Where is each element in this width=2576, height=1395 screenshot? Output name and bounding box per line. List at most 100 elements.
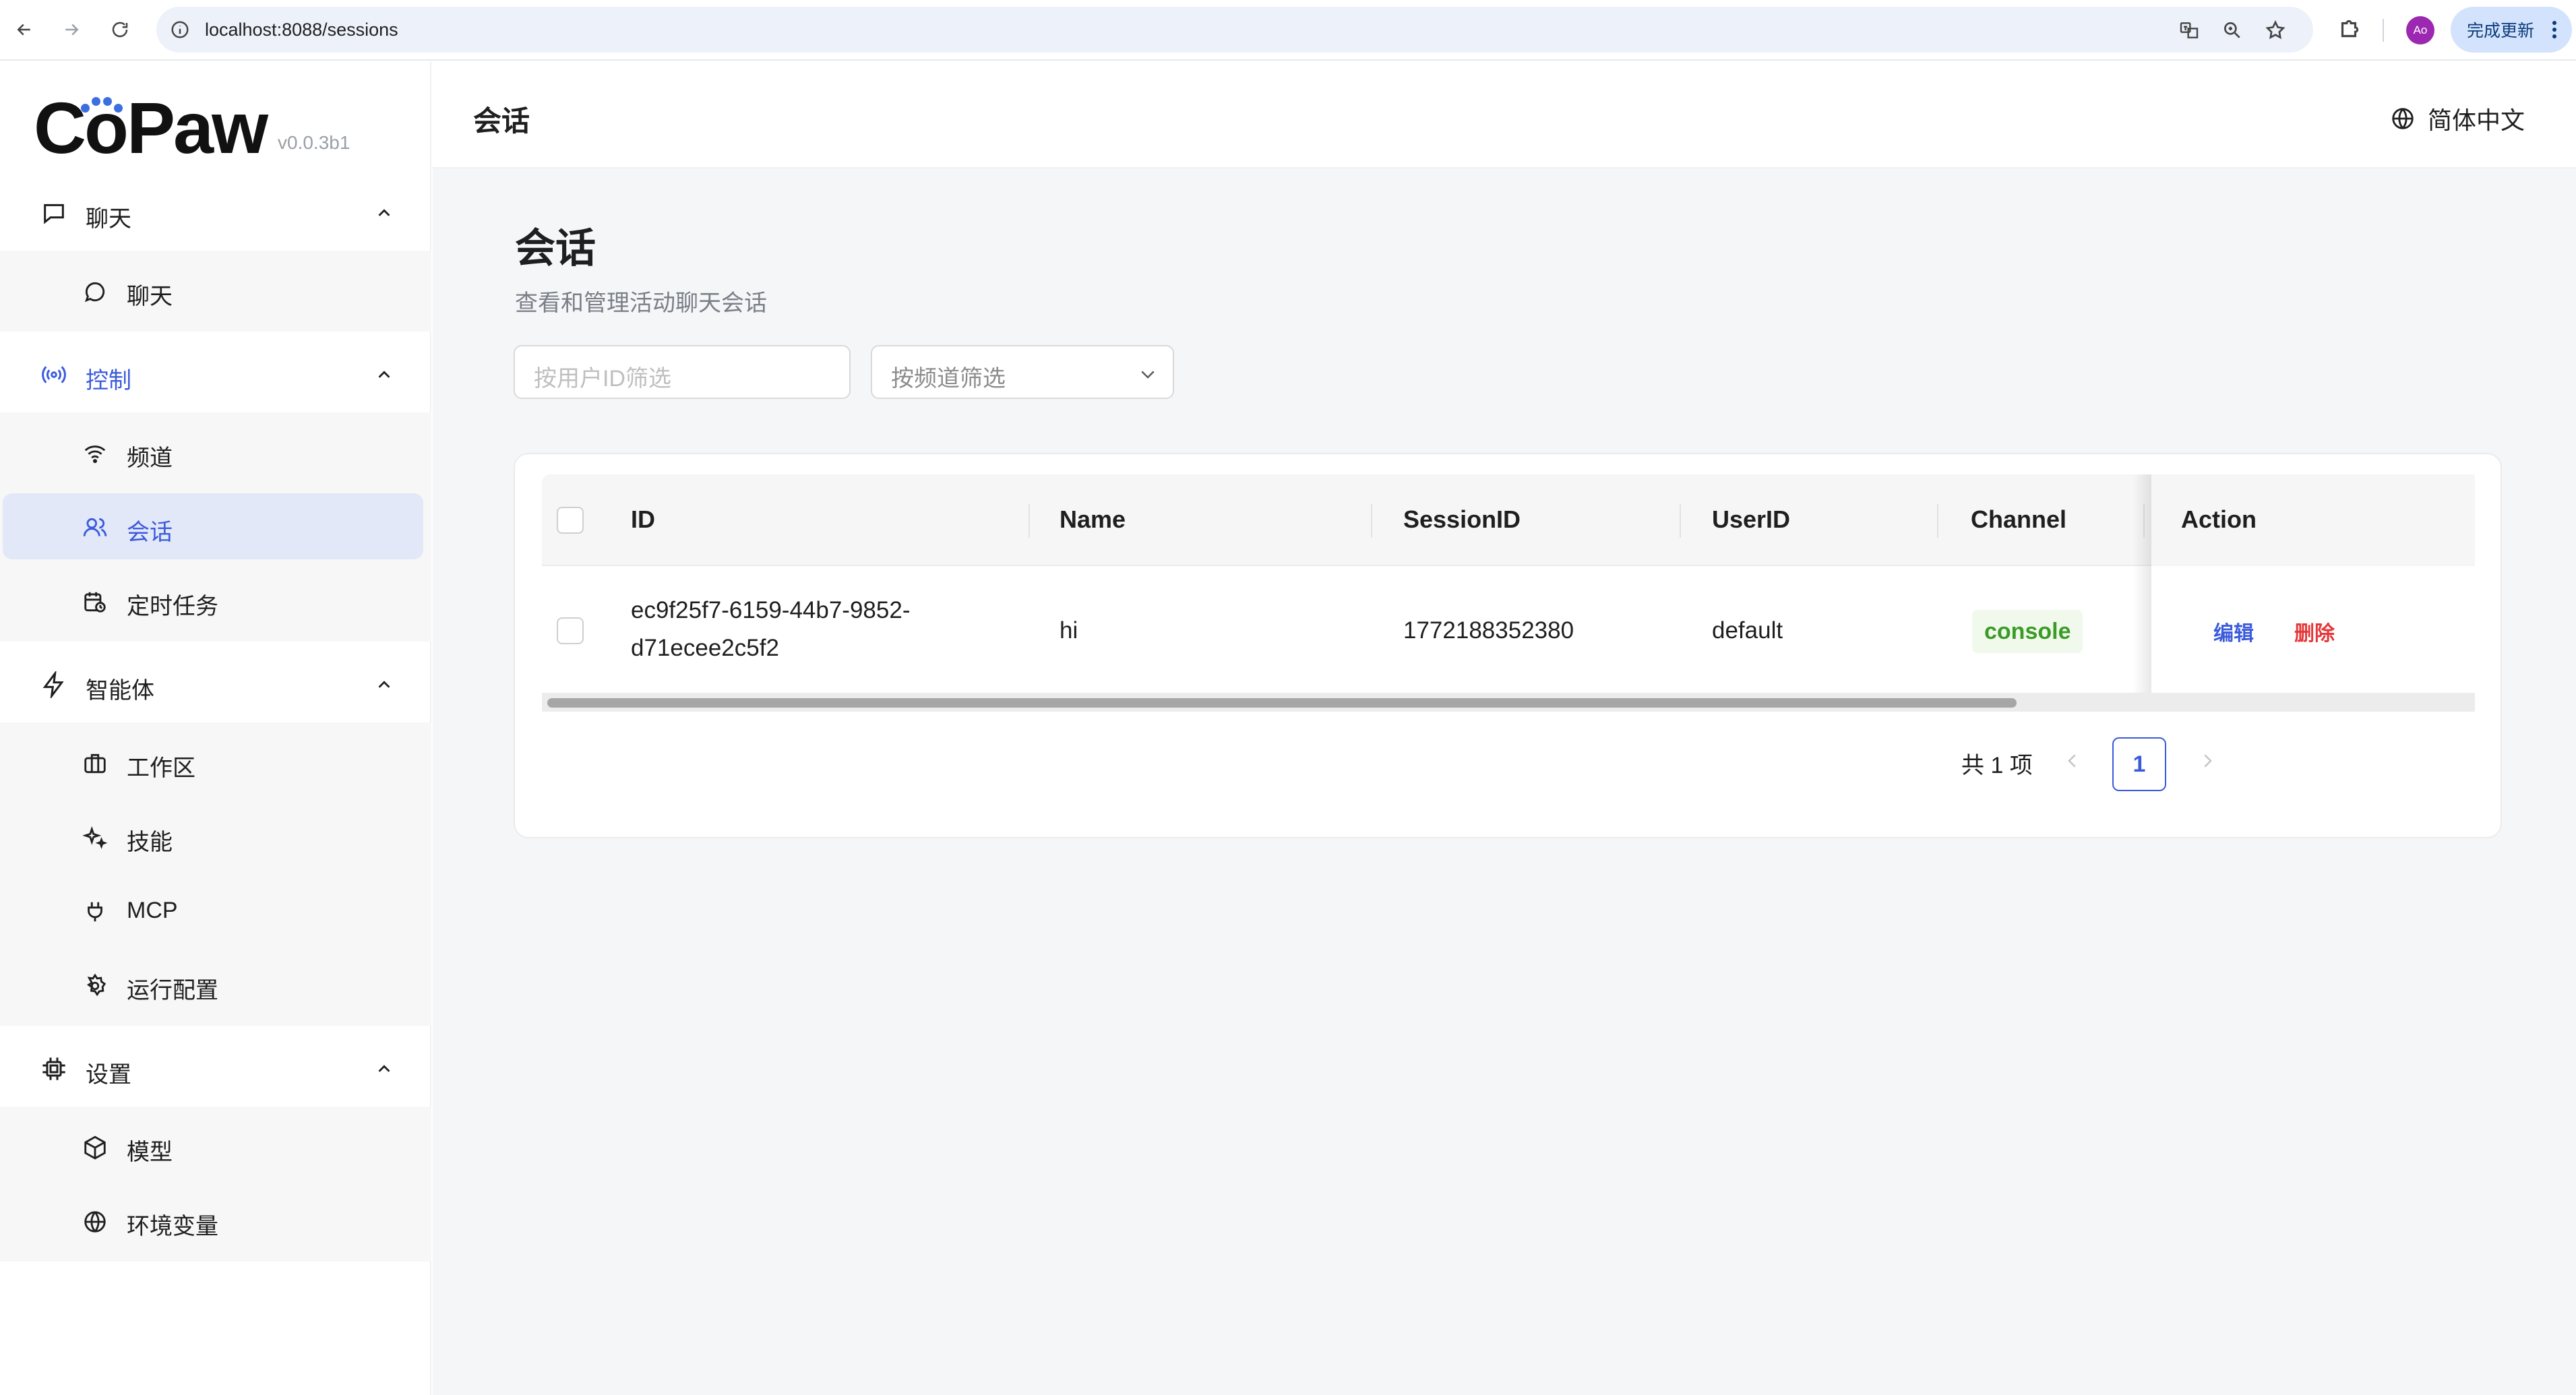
site-info-icon[interactable] (170, 20, 190, 40)
chevron-left-icon[interactable] (2062, 751, 2083, 771)
sidebar-item-env-vars[interactable]: 环境变量 (3, 1187, 423, 1253)
menu-group-label: 聊天 (86, 206, 131, 232)
sidebar-item-sessions[interactable]: 会话 (3, 493, 423, 559)
menu-group-agent[interactable]: 智能体 (0, 642, 431, 722)
row-checkbox[interactable] (557, 617, 584, 644)
sidebar-item-mcp[interactable]: MCP (3, 877, 423, 943)
main-content: 会话 简体中文 会话 查看和管理活动聊天会话 按用户ID筛选 按频道筛选 ID … (433, 62, 2576, 1395)
menu-group-control[interactable]: 控制 (0, 332, 431, 412)
cube-icon (84, 1136, 106, 1160)
channel-filter-select[interactable]: 按频道筛选 (871, 345, 1174, 399)
chevron-up-icon (378, 209, 390, 216)
arrow-right-icon (65, 24, 79, 36)
more-vertical-icon (2552, 21, 2556, 38)
submenu-control: 频道 会话 定时任务 (0, 412, 431, 642)
sparkles-icon (82, 826, 108, 849)
column-divider (1029, 504, 1030, 538)
sidebar-item-label: 聊天 (127, 284, 173, 309)
reload-icon (112, 22, 128, 38)
cell-name: hi (1060, 617, 1078, 644)
url-text[interactable]: localhost:8088/sessions (205, 20, 398, 40)
zoom-icon[interactable] (2221, 20, 2243, 41)
cell-id-line2: d71ecee2c5f2 (631, 635, 779, 661)
app-logo[interactable]: CoPaw (34, 92, 268, 164)
sidebar-item-label: 模型 (127, 1140, 173, 1165)
app-version: v0.0.3b1 (278, 132, 350, 153)
sidebar-item-scheduled-tasks[interactable]: 定时任务 (3, 567, 423, 633)
column-header-action: Action (2181, 505, 2257, 533)
sidebar-item-skills[interactable]: 技能 (3, 803, 423, 869)
sidebar-item-label: 运行配置 (127, 978, 218, 1003)
column-header-id[interactable]: ID (631, 505, 655, 534)
forward-button[interactable] (55, 13, 88, 46)
chevron-up-icon (378, 1065, 390, 1072)
message-circle-icon (84, 282, 105, 303)
lightning-icon (42, 671, 64, 698)
language-switcher[interactable]: 简体中文 (2390, 101, 2525, 136)
page-number-button[interactable]: 1 (2112, 737, 2166, 791)
sidebar: CoPaw v0.0.3b1 聊天 聊天 控制 频道 会话 定时任务 智能体 工… (0, 62, 431, 1395)
column-header-name[interactable]: Name (1060, 505, 1126, 534)
sidebar-item-label: 频道 (127, 445, 173, 471)
browser-toolbar: localhost:8088/sessions Ao 完成更新 (0, 0, 2576, 61)
chip-icon (42, 1057, 65, 1080)
menu-group-settings[interactable]: 设置 (0, 1026, 431, 1107)
pagination-total: 共 1 项 (1961, 753, 2033, 778)
address-bar[interactable]: localhost:8088/sessions (156, 7, 2313, 53)
menu-group-chat[interactable]: 聊天 (0, 170, 431, 251)
horizontal-scrollbar[interactable] (542, 693, 2475, 712)
update-button[interactable]: 完成更新 (2451, 7, 2572, 53)
sidebar-item-label: 环境变量 (127, 1214, 218, 1239)
sidebar-item-label: 会话 (127, 520, 173, 545)
chevron-up-icon (378, 371, 390, 378)
menu-group-label: 设置 (86, 1062, 131, 1088)
reload-button[interactable] (104, 13, 136, 46)
plug-icon (88, 902, 102, 922)
briefcase-icon (84, 753, 106, 774)
chevron-right-icon[interactable] (2197, 751, 2217, 771)
sessions-table-card: ID Name SessionID UserID Channel Action … (514, 453, 2502, 838)
column-header-channel[interactable]: Channel (1971, 505, 2066, 534)
select-all-checkbox[interactable] (557, 507, 584, 534)
channel-tag: console (1972, 610, 2083, 653)
cell-id-line1: ec9f25f7-6159-44b7-9852- (631, 597, 911, 623)
extensions-icon[interactable] (2336, 17, 2362, 42)
arrow-left-icon (17, 24, 30, 36)
back-button[interactable] (8, 13, 40, 46)
edit-link[interactable]: 编辑 (2213, 617, 2254, 646)
table-row[interactable]: ec9f25f7-6159-44b7-9852- d71ecee2c5f2 hi… (542, 566, 2475, 694)
sidebar-item-label: 技能 (127, 830, 173, 855)
translate-icon[interactable] (2178, 20, 2200, 41)
globe-icon (84, 1211, 106, 1233)
profile-avatar[interactable]: Ao (2406, 16, 2434, 44)
sidebar-item-label: MCP (127, 898, 178, 923)
page-title: 会话 (515, 226, 596, 271)
wifi-icon (84, 445, 106, 464)
language-label: 简体中文 (2428, 106, 2525, 134)
action-column-header-bg: Action (2151, 474, 2475, 566)
chat-bubble-icon (44, 204, 64, 224)
sidebar-item-channels[interactable]: 频道 (3, 419, 423, 485)
chevron-up-icon (378, 681, 390, 688)
sidebar-item-workspace[interactable]: 工作区 (3, 729, 423, 795)
sidebar-item-chat[interactable]: 聊天 (3, 257, 423, 323)
user-id-filter-input[interactable]: 按用户ID筛选 (514, 345, 851, 399)
submenu-agent: 工作区 技能 MCP 运行配置 (0, 722, 431, 1026)
menu-group-label: 智能体 (86, 678, 154, 704)
column-divider (1371, 504, 1372, 538)
cell-session-id: 1772188352380 (1403, 617, 1574, 644)
bookmark-star-icon[interactable] (2265, 20, 2286, 41)
scrollbar-thumb[interactable] (547, 698, 2017, 708)
page-description: 查看和管理活动聊天会话 (515, 290, 767, 316)
column-header-session-id[interactable]: SessionID (1403, 505, 1521, 534)
column-divider (1937, 504, 1938, 538)
filter-placeholder: 按频道筛选 (891, 366, 1006, 392)
delete-link[interactable]: 删除 (2294, 617, 2335, 646)
broadcast-icon (42, 366, 66, 383)
sidebar-item-runtime-config[interactable]: 运行配置 (3, 952, 423, 1018)
sidebar-item-models[interactable]: 模型 (3, 1113, 423, 1179)
submenu-chat: 聊天 (0, 251, 431, 332)
cell-user-id: default (1712, 617, 1783, 644)
column-header-user-id[interactable]: UserID (1712, 505, 1790, 534)
fixed-column-shadow (2133, 474, 2151, 694)
